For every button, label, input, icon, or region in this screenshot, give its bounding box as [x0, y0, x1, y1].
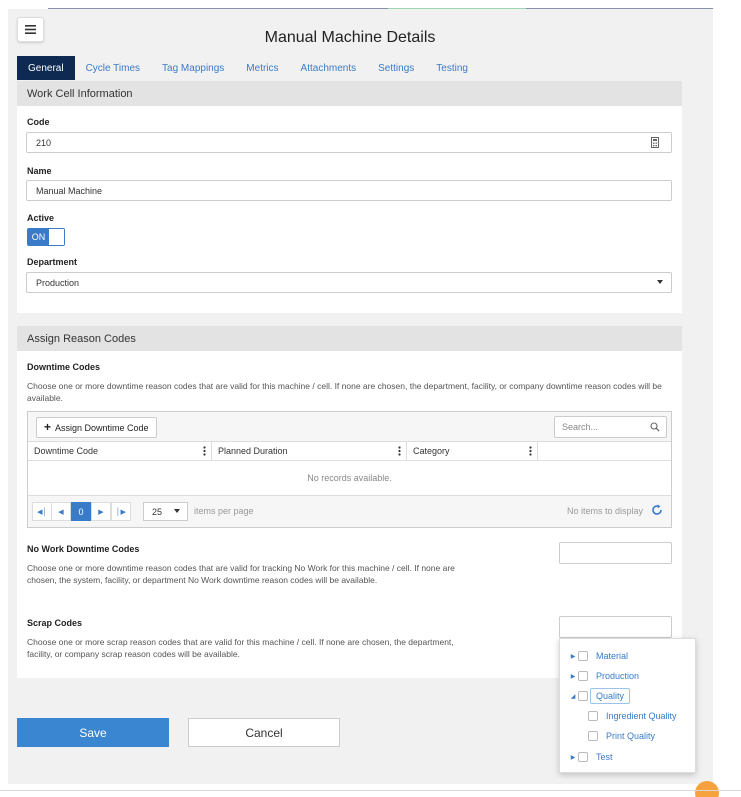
tab-tag-mappings[interactable]: Tag Mappings [151, 56, 235, 80]
column-menu-icon[interactable] [529, 446, 532, 456]
chevron-down-icon [657, 280, 663, 284]
tab-cycle-times[interactable]: Cycle Times [75, 56, 151, 80]
tree-item-test[interactable]: ▶ Test [569, 749, 613, 765]
reason-codes-panel: Assign Reason Codes Downtime Codes Choos… [17, 326, 682, 678]
work-cell-heading: Work Cell Information [17, 81, 682, 106]
expand-icon[interactable]: ▶ [569, 754, 577, 761]
checkbox[interactable] [588, 711, 598, 721]
tree-item-label: Test [596, 752, 613, 762]
active-toggle[interactable]: ON [27, 228, 65, 246]
page-title: Manual Machine Details [264, 29, 436, 46]
nowork-codes-title: No Work Downtime Codes [27, 544, 140, 554]
calculator-icon[interactable] [651, 137, 659, 148]
tree-item-label: Print Quality [606, 731, 656, 741]
tree-item-quality[interactable]: ◢ Quality [569, 688, 631, 704]
grid-header-row: Downtime Code Planned Duration Category [28, 442, 671, 461]
downtime-codes-title: Downtime Codes [27, 362, 101, 372]
save-button[interactable]: Save [17, 718, 169, 747]
cancel-button[interactable]: Cancel [188, 718, 340, 747]
scrap-codes-select[interactable] [559, 616, 672, 638]
grid-toolbar: + Assign Downtime Code Search... [28, 412, 671, 442]
grid-search-input[interactable]: Search... [554, 416, 667, 438]
refresh-icon[interactable] [651, 504, 663, 516]
expand-icon[interactable]: ▶ [569, 673, 577, 680]
reason-codes-heading: Assign Reason Codes [17, 326, 682, 351]
tab-settings[interactable]: Settings [367, 56, 425, 80]
plus-icon: + [44, 420, 52, 434]
downtime-codes-description: Choose one or more downtime reason codes… [27, 381, 662, 403]
column-category[interactable]: Category [407, 442, 538, 460]
prev-page-icon[interactable]: ◀ [51, 502, 71, 521]
tree-item-label: Material [596, 651, 629, 661]
tree-item-material[interactable]: ▶ Material [569, 648, 628, 664]
grid-empty-message: No records available. [28, 461, 671, 496]
column-menu-icon[interactable] [203, 446, 206, 456]
search-icon [650, 422, 660, 432]
grid-pager: ◀│ ◀ 0 ▶ │▶ 25 items per page No items t… [28, 496, 671, 527]
downtime-codes-grid: + Assign Downtime Code Search... Downtim… [27, 411, 672, 528]
first-page-icon[interactable]: ◀│ [32, 502, 52, 521]
tree-item-print-quality[interactable]: Print Quality [587, 728, 655, 744]
checkbox[interactable] [578, 752, 588, 762]
next-page-icon[interactable]: ▶ [91, 502, 111, 521]
toggle-knob [49, 229, 64, 245]
search-placeholder: Search... [562, 422, 599, 432]
bottom-border [0, 790, 741, 791]
tree-item-label: Ingredient Quality [606, 711, 677, 721]
tab-attachments[interactable]: Attachments [290, 56, 368, 80]
code-label: Code [27, 117, 50, 127]
checkbox[interactable] [578, 651, 588, 661]
active-label: Active [27, 213, 55, 223]
checkbox[interactable] [578, 671, 588, 681]
pager-info: No items to display [566, 506, 643, 516]
name-label: Name [27, 166, 52, 176]
page-size-select[interactable]: 25 [143, 502, 188, 521]
checkbox[interactable] [588, 731, 598, 741]
scrap-codes-description: Choose one or more scrap reason codes th… [27, 637, 454, 659]
department-value: Production [36, 277, 80, 288]
column-downtime-code-label: Downtime Code [34, 446, 99, 456]
column-category-label: Category [413, 446, 450, 456]
chevron-down-icon [174, 509, 180, 513]
name-field[interactable]: Manual Machine [26, 180, 672, 201]
tree-item-ingredient-quality[interactable]: Ingredient Quality [587, 708, 677, 724]
department-select[interactable]: Production [26, 272, 672, 293]
column-menu-icon[interactable] [398, 446, 401, 456]
code-value: 210 [36, 137, 52, 148]
name-value: Manual Machine [36, 185, 103, 196]
column-downtime-code[interactable]: Downtime Code [28, 442, 212, 460]
tab-bar: General Cycle Times Tag Mappings Metrics… [17, 56, 479, 80]
code-field[interactable]: 210 [26, 132, 672, 153]
collapse-icon[interactable]: ◢ [569, 693, 577, 700]
assign-downtime-code-label: Assign Downtime Code [55, 422, 149, 433]
tree-item-production[interactable]: ▶ Production [569, 668, 639, 684]
tab-metrics[interactable]: Metrics [235, 56, 289, 80]
active-toggle-on: ON [28, 229, 49, 245]
tree-item-label: Quality [590, 688, 631, 704]
tab-testing[interactable]: Testing [425, 56, 479, 80]
last-page-icon[interactable]: │▶ [111, 502, 131, 521]
work-cell-panel: Work Cell Information Code 210 Name Manu… [17, 81, 682, 313]
nowork-codes-description: Choose one or more downtime reason codes… [27, 563, 455, 585]
tree-item-label: Production [596, 671, 640, 681]
tab-general[interactable]: General [17, 56, 75, 80]
assign-downtime-code-button[interactable]: + Assign Downtime Code [36, 417, 157, 438]
expand-icon[interactable]: ▶ [569, 653, 577, 660]
current-page-button[interactable]: 0 [71, 502, 91, 521]
items-per-page-label: items per page [194, 506, 254, 516]
nowork-codes-select[interactable] [559, 542, 672, 564]
page-size-value: 25 [152, 506, 163, 517]
chat-widget-icon[interactable] [695, 781, 719, 797]
scrap-codes-dropdown: ▶ Material ▶ Production ◢ Quality Ingredien… [559, 638, 696, 773]
checkbox[interactable] [578, 691, 588, 701]
department-label: Department [27, 257, 78, 267]
column-planned-duration[interactable]: Planned Duration [212, 442, 407, 460]
column-planned-duration-label: Planned Duration [218, 446, 288, 456]
scrap-codes-title: Scrap Codes [27, 618, 83, 628]
